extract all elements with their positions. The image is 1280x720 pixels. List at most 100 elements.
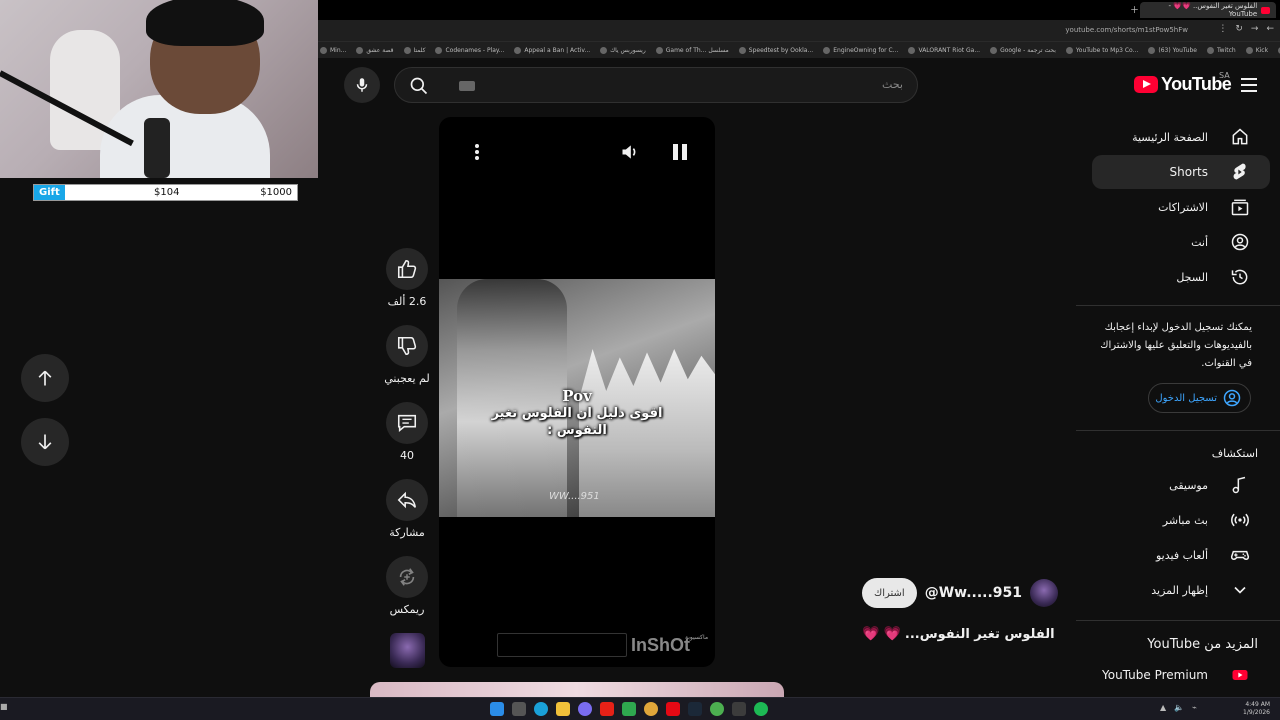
- remix-action[interactable]: ريمكس: [386, 556, 428, 616]
- bookmark-item[interactable]: YouTube to Mp3 Co...: [1065, 46, 1138, 54]
- signin-button[interactable]: تسجيل الدخول: [1148, 383, 1251, 413]
- back-icon[interactable]: ←: [1266, 24, 1274, 34]
- bookmark-item[interactable]: Google - بحث ترجمة: [990, 46, 1056, 54]
- search-box[interactable]: بحث: [394, 67, 918, 103]
- discord-icon[interactable]: [578, 702, 592, 716]
- next-short-button[interactable]: [21, 418, 69, 466]
- clock[interactable]: 4:49 AM 1/9/2026: [1243, 701, 1270, 717]
- new-tab-button[interactable]: ＋: [1130, 3, 1139, 16]
- sidebar-item-home[interactable]: الصفحة الرئيسية: [1092, 120, 1270, 154]
- bookmark-label: Kick: [1255, 46, 1269, 54]
- sidebar-item-shorts[interactable]: Shorts: [1092, 155, 1270, 189]
- sidebar-item-history[interactable]: السجل: [1092, 260, 1270, 294]
- obs-icon[interactable]: [732, 702, 746, 716]
- sidebar-item-label: الاشتراكات: [1158, 200, 1208, 214]
- bookmark-item[interactable]: Min...: [320, 46, 347, 54]
- bookmark-item[interactable]: Appeal a Ban | Activ...: [514, 46, 591, 54]
- shorts-player[interactable]: Pov اقوى دليل ان الفلوس تغير النفوس : WW…: [439, 117, 715, 667]
- bookmark-label: Twitch: [1216, 46, 1236, 54]
- sidebar-item-gaming[interactable]: ألعاب فيديو: [1092, 538, 1270, 572]
- tab-title: الفلوس تغير النفوس.. 💗💗 - YouTube: [1168, 2, 1258, 18]
- explore-title: استكشاف: [1211, 447, 1258, 460]
- bookmark-favicon-icon: [1065, 46, 1073, 54]
- menu-icon[interactable]: ⋮: [1218, 24, 1227, 34]
- hamburger-menu-icon[interactable]: [1240, 77, 1258, 93]
- xbox-icon[interactable]: [622, 702, 636, 716]
- refresh-icon[interactable]: ↻: [1235, 24, 1243, 34]
- audio-channel-thumbnail[interactable]: [390, 633, 425, 668]
- bookmark-item[interactable]: Kick: [1245, 46, 1269, 54]
- file-explorer-icon[interactable]: [556, 702, 570, 716]
- pause-icon[interactable]: [671, 143, 689, 161]
- bookmark-favicon-icon: [738, 46, 746, 54]
- spotify-icon[interactable]: [754, 702, 768, 716]
- like-action[interactable]: 2.6 ألف: [386, 248, 428, 308]
- network-icon[interactable]: ⌁: [1192, 703, 1197, 712]
- forward-icon[interactable]: →: [1251, 24, 1259, 34]
- subscribe-button[interactable]: اشتراك: [862, 578, 917, 608]
- share-action[interactable]: مشاركة: [386, 479, 428, 539]
- chrome-icon[interactable]: [710, 702, 724, 716]
- video-watermark: WW....951: [549, 491, 600, 502]
- sidebar-item-subscriptions[interactable]: الاشتراكات: [1092, 190, 1270, 224]
- voice-search-button[interactable]: [344, 67, 380, 103]
- bookmark-item[interactable]: EngineOwning for C...: [823, 46, 898, 54]
- edge-icon[interactable]: [534, 702, 548, 716]
- home-icon: [1232, 128, 1248, 145]
- bookmark-item[interactable]: كلمتا: [403, 46, 425, 54]
- search-icon[interactable]: [409, 76, 429, 96]
- more-options-icon[interactable]: [469, 143, 485, 161]
- bookmark-item[interactable]: Codenames - Play...: [435, 46, 504, 54]
- subscriptions-icon: [1231, 199, 1249, 216]
- comments-button[interactable]: [386, 402, 428, 444]
- address-bar[interactable]: youtube.com/shorts/m1stPow5hFw ⋮ ↻ → ←: [318, 20, 1280, 42]
- channel-name[interactable]: @Ww.....951: [925, 585, 1022, 601]
- bookmark-label: Appeal a Ban | Activ...: [524, 46, 591, 54]
- sidebar-item-label: ألعاب فيديو: [1155, 548, 1208, 562]
- app-icon[interactable]: [644, 702, 658, 716]
- sidebar-item-premium[interactable]: YouTube Premium: [1092, 658, 1270, 692]
- remix-button[interactable]: [386, 556, 428, 598]
- windows-start-icon[interactable]: [490, 702, 504, 716]
- bookmark-item[interactable]: ريسوربس ياك: [600, 46, 646, 54]
- bookmark-item[interactable]: Game of Th... مسلسل: [655, 46, 729, 54]
- microphone-icon: [356, 78, 368, 92]
- dislike-action[interactable]: لم يعجبني: [384, 325, 430, 385]
- chevron-down-icon: [1234, 586, 1246, 594]
- sidebar-item-live[interactable]: بث مباشر: [1092, 503, 1270, 537]
- netflix-icon[interactable]: [666, 702, 680, 716]
- task-view-icon[interactable]: [512, 702, 526, 716]
- bookmark-item[interactable]: (63) YouTube: [1148, 46, 1197, 54]
- like-count: 2.6 ألف: [387, 295, 427, 308]
- channel-avatar[interactable]: [1030, 579, 1059, 607]
- share-button[interactable]: [386, 479, 428, 521]
- sidebar-show-more[interactable]: إظهار المزيد: [1092, 573, 1270, 607]
- gift-current: $104: [154, 187, 180, 198]
- youtube-app-icon[interactable]: [600, 702, 614, 716]
- bookmark-favicon-icon: [356, 46, 364, 54]
- sidebar-item-you[interactable]: أنت: [1092, 225, 1270, 259]
- like-button[interactable]: [386, 248, 428, 290]
- browser-tab-active[interactable]: الفلوس تغير النفوس.. 💗💗 - YouTube: [1140, 2, 1276, 18]
- bookmark-label: Google - بحث ترجمة: [1000, 46, 1056, 54]
- bookmark-item[interactable]: Speedtest by Ookla...: [738, 46, 813, 54]
- dislike-button[interactable]: [386, 325, 428, 367]
- bookmark-label: Min...: [330, 46, 347, 54]
- volume-icon[interactable]: [619, 142, 641, 162]
- bookmark-item[interactable]: قصة عشق: [356, 46, 394, 54]
- sidebar-item-music[interactable]: موسيقى: [1092, 468, 1270, 502]
- bookmark-item[interactable]: VALORANT Riot Ga...: [908, 46, 980, 54]
- keyboard-icon[interactable]: [459, 81, 475, 91]
- youtube-premium-icon: [1232, 670, 1248, 680]
- steam-icon[interactable]: [688, 702, 702, 716]
- volume-tray-icon[interactable]: 🔈: [1174, 703, 1184, 712]
- arrow-up-icon: [38, 370, 52, 386]
- tray-chevron-icon[interactable]: ▲: [1160, 703, 1166, 712]
- taskbar-left-icon[interactable]: ■: [0, 702, 8, 711]
- video-title[interactable]: الفلوس تغير النفوس...: [905, 627, 1055, 642]
- arrow-down-icon: [38, 434, 52, 450]
- previous-short-button[interactable]: [21, 354, 69, 402]
- youtube-logo[interactable]: YouTube: [1134, 74, 1232, 95]
- comments-action[interactable]: 40: [386, 402, 428, 462]
- bookmark-item[interactable]: Twitch: [1206, 46, 1236, 54]
